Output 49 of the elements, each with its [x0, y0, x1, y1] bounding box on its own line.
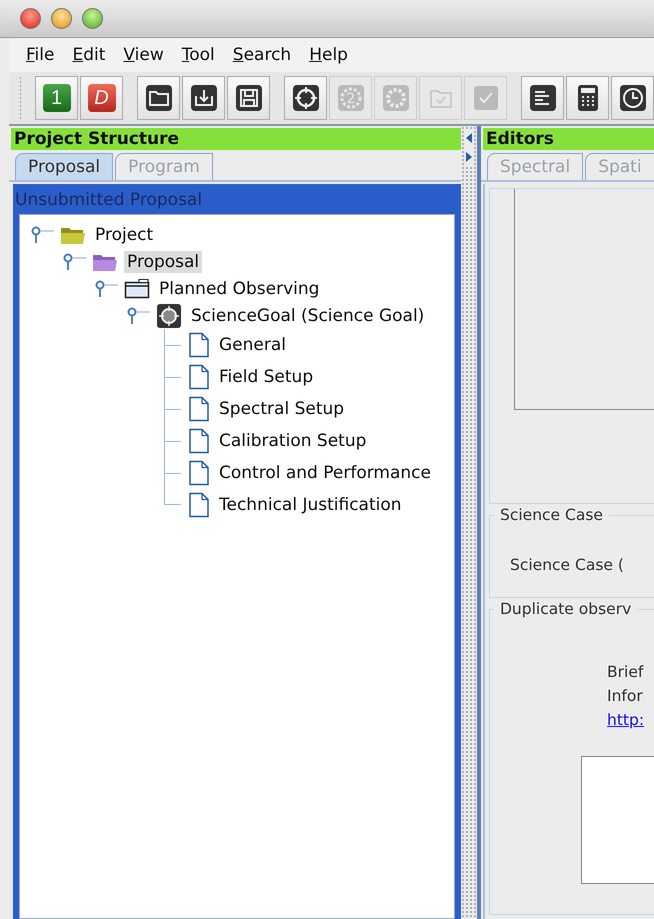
- info-text: Infor: [607, 686, 644, 707]
- panel-title: Editors: [483, 128, 654, 150]
- tab[interactable]: Proposal: [15, 153, 114, 180]
- toolbar-button[interactable]: [284, 76, 327, 120]
- number-badge-icon: 1: [42, 84, 70, 112]
- toolbar-button[interactable]: [182, 76, 225, 120]
- tree-item[interactable]: Planned Observing: [156, 278, 322, 300]
- info-text: Brief: [607, 662, 645, 683]
- tree-item[interactable]: Technical Justification: [216, 494, 405, 516]
- document-icon: [188, 332, 210, 358]
- text-area[interactable]: [581, 756, 654, 884]
- tree-item[interactable]: Control and Performance: [216, 462, 434, 484]
- document-icon: [188, 364, 210, 390]
- document-icon: [188, 460, 210, 486]
- close-button[interactable]: [20, 8, 41, 29]
- document-icon: [188, 492, 210, 518]
- toolbar-button[interactable]: D: [80, 76, 123, 120]
- proposal-status: Unsubmitted Proposal: [15, 189, 204, 212]
- tree-item[interactable]: Spectral Setup: [216, 398, 348, 420]
- panel-title: Project Structure: [11, 128, 461, 150]
- link[interactable]: http:: [607, 708, 654, 732]
- tree-item[interactable]: ScienceGoal (Science Goal): [188, 304, 428, 326]
- document-icon: [188, 396, 210, 422]
- document-icon: [188, 428, 210, 454]
- window-icon: [124, 278, 150, 300]
- minimize-button[interactable]: [51, 8, 72, 29]
- tree-item[interactable]: Field Setup: [216, 366, 316, 388]
- toolbar-button[interactable]: 1: [35, 76, 78, 120]
- menu-item[interactable]: View: [123, 45, 164, 65]
- zoom-button[interactable]: [82, 8, 103, 29]
- toolbar-button[interactable]: [566, 76, 609, 120]
- menu-item[interactable]: Tool: [182, 45, 215, 65]
- menu-item[interactable]: File: [26, 45, 54, 65]
- toolbar-button[interactable]: [521, 76, 564, 120]
- menu-item[interactable]: Edit: [72, 45, 106, 65]
- toolbar-button[interactable]: [611, 76, 654, 120]
- target-icon: [156, 302, 182, 328]
- tree-item[interactable]: General: [216, 334, 289, 356]
- menu-item[interactable]: Search: [232, 45, 292, 65]
- group-title: Duplicate observ: [499, 600, 632, 618]
- tree-item[interactable]: Calibration Setup: [216, 430, 370, 452]
- menu-item[interactable]: Help: [309, 45, 348, 65]
- letter-badge-icon: D: [88, 84, 116, 112]
- field-label: Science Case (: [510, 556, 625, 574]
- tree-item[interactable]: Proposal: [124, 250, 202, 272]
- toolbar-button[interactable]: [227, 76, 270, 120]
- toolbar-button[interactable]: [137, 76, 180, 120]
- group-title: Science Case: [499, 506, 604, 524]
- tree-item[interactable]: Project: [92, 224, 156, 246]
